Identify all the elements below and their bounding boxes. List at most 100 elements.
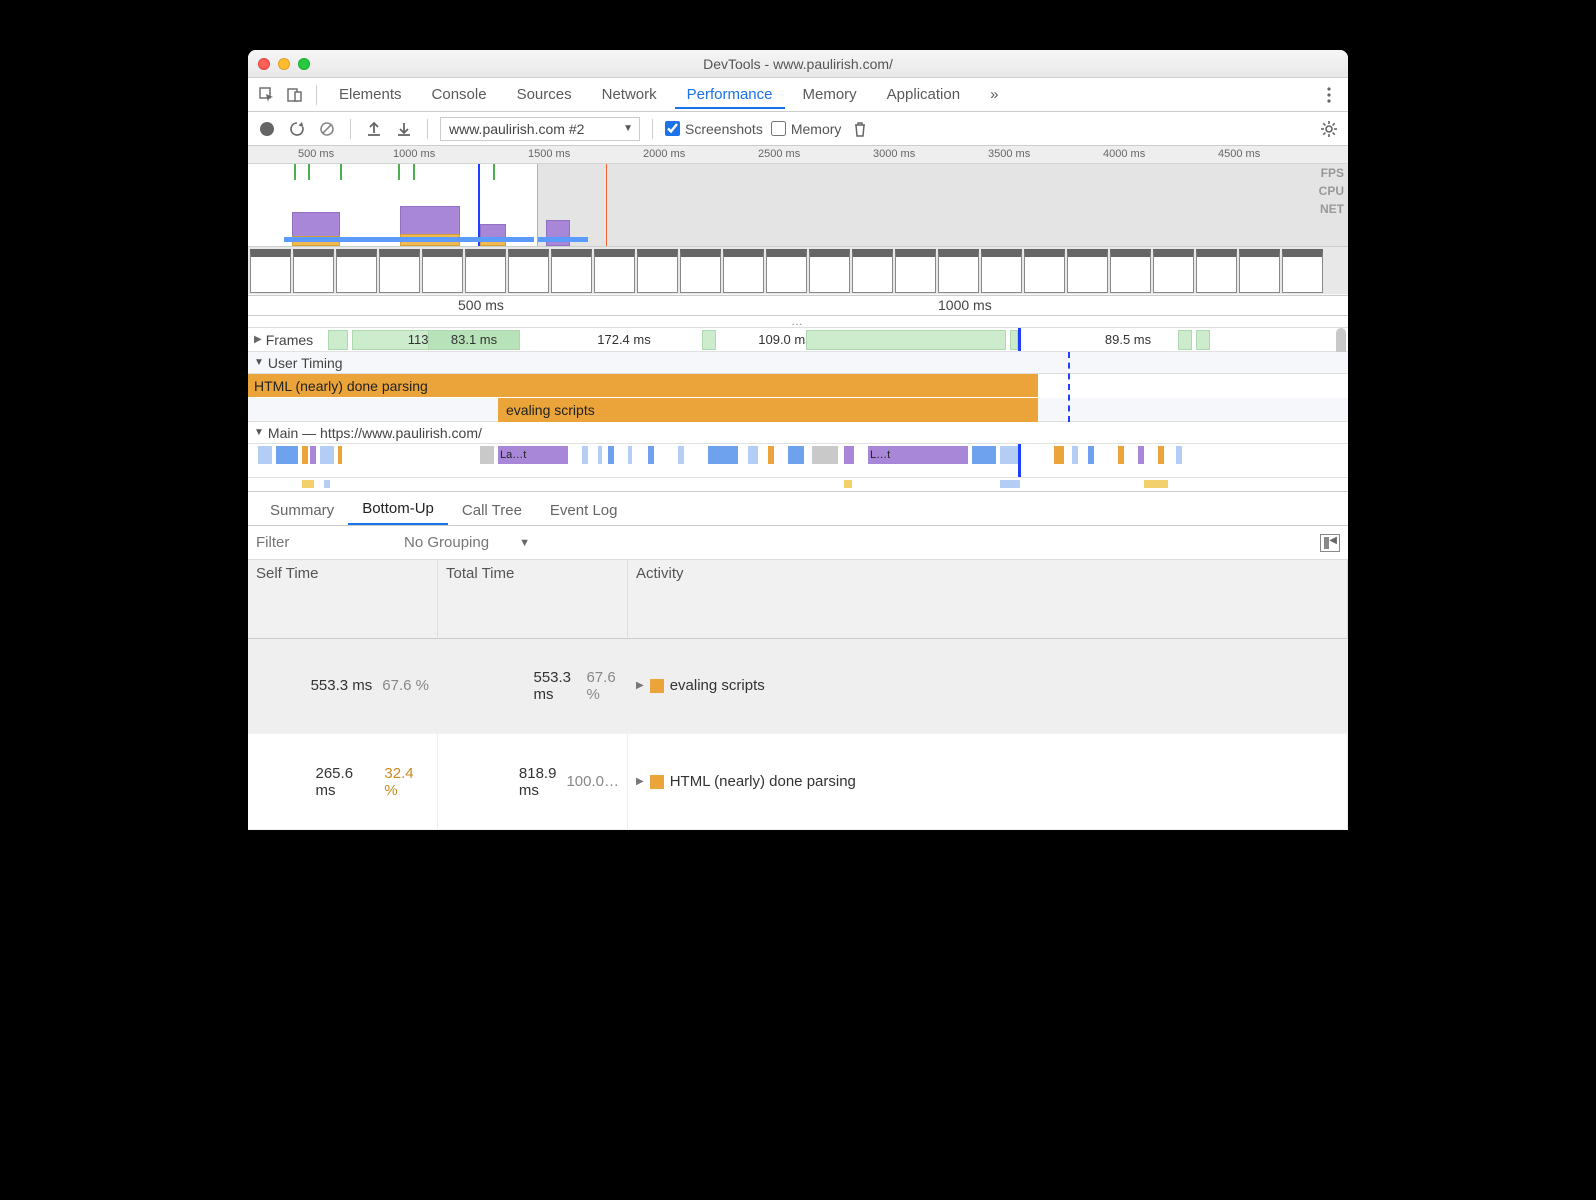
flame-event[interactable] <box>1072 446 1078 464</box>
filmstrip-frame[interactable] <box>379 249 420 293</box>
table-header[interactable]: Total Time <box>438 560 628 639</box>
filmstrip-frame[interactable] <box>594 249 635 293</box>
main-track-header[interactable]: ▼ Main — https://www.paulirish.com/ <box>248 422 1348 444</box>
panel-tab-sources[interactable]: Sources <box>505 80 584 109</box>
flame-event[interactable] <box>648 446 654 464</box>
main-flame-chart[interactable]: La…t L…t <box>248 444 1348 478</box>
filmstrip-frame[interactable] <box>680 249 721 293</box>
frame-block[interactable]: 172.4 ms <box>524 330 724 350</box>
panel-tab-memory[interactable]: Memory <box>791 80 869 109</box>
save-profile-button[interactable] <box>393 118 415 140</box>
grouping-select[interactable]: No Grouping ▼ <box>404 534 530 551</box>
frame-block[interactable] <box>1178 330 1192 350</box>
filmstrip-frame[interactable] <box>336 249 377 293</box>
table-header[interactable]: Activity <box>628 560 1348 639</box>
flame-event[interactable] <box>276 446 298 464</box>
filmstrip-frame[interactable] <box>508 249 549 293</box>
main-flame-chart-row2[interactable] <box>248 478 1348 492</box>
flame-event[interactable] <box>1118 446 1124 464</box>
flame-event[interactable]: L…t <box>868 446 968 464</box>
flame-event[interactable] <box>748 446 758 464</box>
flame-event[interactable] <box>302 446 308 464</box>
frame-block[interactable] <box>328 330 348 350</box>
filmstrip-frame[interactable] <box>1024 249 1065 293</box>
toggle-sidebar-button[interactable] <box>1320 534 1340 552</box>
frames-track[interactable]: ▶ Frames 113.9 ms 83.1 ms 172.4 ms 109.0… <box>248 328 1348 352</box>
flame-event[interactable] <box>582 446 588 464</box>
memory-checkbox-input[interactable] <box>771 121 786 136</box>
flame-event[interactable] <box>1088 446 1094 464</box>
flame-event[interactable] <box>844 446 854 464</box>
flame-event[interactable] <box>708 446 738 464</box>
filmstrip-frame[interactable] <box>1196 249 1237 293</box>
flame-event[interactable] <box>1138 446 1144 464</box>
recording-select[interactable]: www.paulirish.com #2 ▼ <box>440 117 640 141</box>
filmstrip-frame[interactable] <box>250 249 291 293</box>
user-timing-bar[interactable]: HTML (nearly) done parsing <box>248 374 1038 398</box>
flame-event[interactable] <box>310 446 316 464</box>
frames-track-header[interactable]: ▶ Frames <box>248 332 319 348</box>
filmstrip-frame[interactable] <box>1067 249 1108 293</box>
kebab-menu-icon[interactable] <box>1318 84 1340 106</box>
filmstrip-frame[interactable] <box>293 249 334 293</box>
filter-input[interactable] <box>256 534 386 551</box>
table-cell-self-time[interactable]: 265.6 ms 32.4 % <box>248 734 438 830</box>
frame-block[interactable] <box>702 330 716 350</box>
flame-event[interactable] <box>678 446 684 464</box>
details-tab-bottom-up[interactable]: Bottom-Up <box>348 494 448 525</box>
overview-selection[interactable] <box>248 164 538 246</box>
filmstrip-frame[interactable] <box>637 249 678 293</box>
flame-event[interactable] <box>1158 446 1164 464</box>
table-cell-total-time[interactable]: 818.9 ms 100.0… <box>438 734 628 830</box>
flame-event[interactable] <box>1176 446 1182 464</box>
table-cell-activity[interactable]: ▶HTML (nearly) done parsing <box>628 734 1348 830</box>
panel-tab-performance[interactable]: Performance <box>675 80 785 109</box>
details-tab-summary[interactable]: Summary <box>256 496 348 525</box>
flame-event[interactable] <box>608 446 614 464</box>
flame-event[interactable] <box>324 480 330 488</box>
memory-checkbox[interactable]: Memory <box>771 121 842 137</box>
bottom-up-table[interactable]: Self TimeTotal TimeActivity 553.3 ms 67.6… <box>248 560 1348 830</box>
flame-event[interactable] <box>1144 480 1168 488</box>
table-header[interactable]: Self Time <box>248 560 438 639</box>
flame-event[interactable] <box>628 446 632 464</box>
table-cell-self-time[interactable]: 553.3 ms 67.6 % <box>248 639 438 735</box>
flame-event[interactable] <box>812 446 838 464</box>
filmstrip-frame[interactable] <box>1282 249 1323 293</box>
filmstrip-frame[interactable] <box>551 249 592 293</box>
frame-block[interactable]: 83.1 ms <box>428 330 520 350</box>
panel-tab-console[interactable]: Console <box>420 80 499 109</box>
filmstrip-frame[interactable] <box>895 249 936 293</box>
flame-event[interactable] <box>1054 446 1064 464</box>
load-profile-button[interactable] <box>363 118 385 140</box>
filmstrip-frame[interactable] <box>422 249 463 293</box>
filmstrip-frame[interactable] <box>1239 249 1280 293</box>
expand-triangle-icon[interactable]: ▶ <box>636 776 644 787</box>
screenshots-checkbox-input[interactable] <box>665 121 680 136</box>
filmstrip-frame[interactable] <box>852 249 893 293</box>
frame-block[interactable] <box>1196 330 1210 350</box>
frame-block[interactable] <box>1010 330 1018 350</box>
filmstrip-frame[interactable] <box>766 249 807 293</box>
flame-event[interactable] <box>768 446 774 464</box>
flame-event[interactable] <box>258 446 272 464</box>
filmstrip-frame[interactable] <box>938 249 979 293</box>
garbage-collect-button[interactable] <box>849 118 871 140</box>
flame-event[interactable] <box>320 446 334 464</box>
user-timing-bar[interactable]: evaling scripts <box>498 398 1038 422</box>
close-window-button[interactable] <box>258 58 270 70</box>
flame-event[interactable] <box>1000 480 1020 488</box>
capture-settings-button[interactable] <box>1318 118 1340 140</box>
filmstrip-frame[interactable] <box>1110 249 1151 293</box>
filmstrip-frame[interactable] <box>1153 249 1194 293</box>
filmstrip-frame[interactable] <box>981 249 1022 293</box>
clear-button[interactable] <box>316 118 338 140</box>
overview-filmstrip[interactable] <box>248 246 1348 294</box>
details-tab-event-log[interactable]: Event Log <box>536 496 632 525</box>
details-tab-call-tree[interactable]: Call Tree <box>448 496 536 525</box>
flame-event[interactable] <box>338 446 342 464</box>
collapsed-tracks-indicator[interactable]: … <box>248 316 1348 328</box>
expand-triangle-icon[interactable]: ▶ <box>636 680 644 691</box>
flame-event[interactable] <box>302 480 314 488</box>
user-timing-header[interactable]: ▼ User Timing <box>248 352 1348 374</box>
